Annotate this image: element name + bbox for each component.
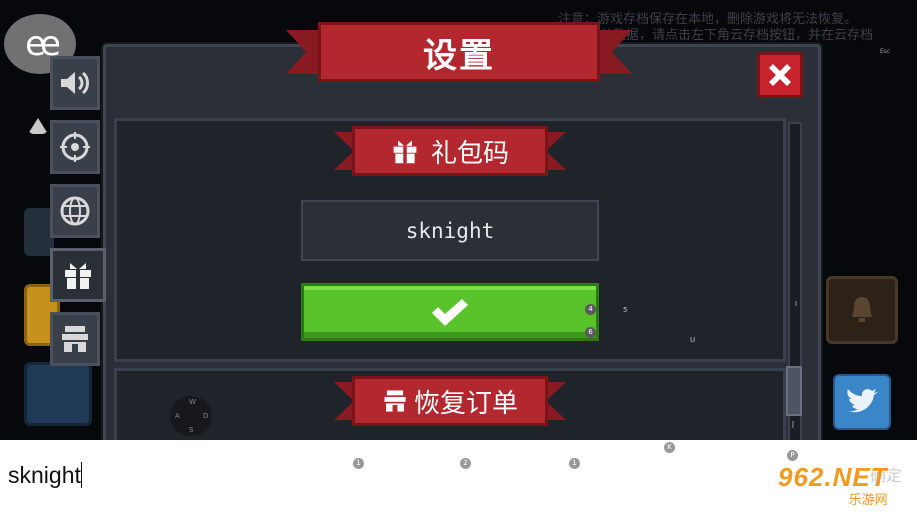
key-mark-1: 1 [353, 458, 364, 469]
speaker-icon [61, 71, 89, 95]
ribbon-body: 礼包码 [352, 126, 548, 176]
bell-icon [852, 297, 872, 322]
globe-icon [60, 196, 90, 226]
tab-sound[interactable] [50, 56, 100, 110]
ribbon-body: 恢复订单 [352, 376, 548, 426]
gift-code-input[interactable]: sknight [301, 200, 599, 261]
hud-mark-4: 4 [585, 304, 596, 315]
checkmark-icon [432, 299, 468, 326]
hud-mark-i: I [795, 300, 798, 308]
save-notice-line2: 公数据，请点击左下角云存档按钮，并在云存档 [600, 28, 874, 43]
ribbon-body: 设置 [318, 22, 600, 82]
save-notice-line1: 注意：游戏存档保存在本地，删除游戏将无法恢复。 [558, 12, 858, 27]
hud-mark-j: J [792, 420, 795, 428]
gift-icon [393, 140, 417, 164]
tab-restore[interactable] [50, 312, 100, 366]
twitter-bird-icon [847, 389, 878, 413]
scrollbar-thumb[interactable] [786, 366, 802, 416]
bg-item-left-1 [28, 118, 48, 134]
joystick-d: D [203, 412, 209, 420]
restore-section-title: 恢复订单 [413, 388, 518, 419]
title-ribbon: 设置 [286, 22, 600, 82]
shop-icon [62, 326, 88, 352]
shop-icon [384, 390, 406, 412]
key-mark-2: 2 [460, 458, 471, 469]
gift-section-title: 礼包码 [430, 138, 509, 169]
bg-item-left-4 [24, 362, 92, 426]
esc-hint: Esc [880, 48, 891, 55]
restore-section-ribbon: 恢复订单 [334, 376, 548, 426]
hud-mark-6: 6 [585, 327, 596, 338]
watermark-sub: 乐游网 [848, 493, 888, 508]
key-mark-k: K [664, 442, 675, 453]
dialog-title: 设置 [423, 35, 495, 76]
close-button[interactable] [757, 52, 803, 98]
gift-code-value: sknight [405, 218, 495, 243]
key-mark-3: 1 [569, 458, 580, 469]
twitter-button[interactable] [833, 374, 891, 430]
tab-language[interactable] [50, 184, 100, 238]
tab-controls[interactable] [50, 120, 100, 174]
crosshair-icon [60, 132, 90, 162]
joystick-w: W [189, 398, 196, 406]
hud-mark-u: U [690, 336, 696, 344]
ime-input-text[interactable]: sknight [8, 462, 82, 489]
hud-mark-5: 5 [623, 306, 628, 314]
key-mark-p: P [787, 450, 798, 461]
confirm-button[interactable] [301, 283, 599, 341]
text-caret [80, 462, 82, 488]
watermark: 962.NET 乐游网 [778, 462, 888, 508]
alarm-button[interactable] [826, 276, 898, 344]
joystick-hint: W A D S [170, 396, 212, 436]
gift-section-ribbon: 礼包码 [334, 126, 548, 176]
gift-icon [65, 263, 91, 289]
joystick-s: S [189, 426, 194, 434]
close-icon [769, 64, 791, 86]
tab-gift[interactable] [50, 248, 106, 302]
joystick-a: A [175, 412, 180, 420]
ime-text-value: sknight [8, 462, 81, 488]
